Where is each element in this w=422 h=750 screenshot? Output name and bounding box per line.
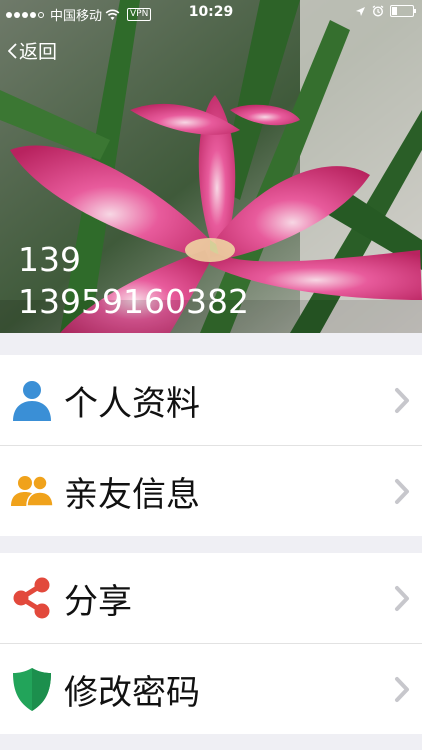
menu-item-label: 个人资料 (64, 383, 200, 424)
status-bar: 中国移动 VPN 10:29 (0, 0, 422, 26)
menu-group-profile: 个人资料 亲友信息 (0, 355, 422, 536)
user-name: 139 (18, 240, 81, 279)
back-button[interactable]: 返回 (8, 37, 57, 64)
user-phone-number: 13959160382 (18, 282, 249, 321)
back-button-label: 返回 (19, 41, 58, 63)
people-icon (9, 468, 55, 514)
chevron-right-icon (395, 586, 409, 611)
chevron-right-icon (395, 479, 409, 504)
menu-item-label: 亲友信息 (64, 474, 200, 515)
chevron-right-icon (395, 388, 409, 413)
chevron-left-icon (8, 42, 17, 59)
menu-item-personal-info[interactable]: 个人资料 (0, 355, 422, 445)
profile-header: 中国移动 VPN 10:29 返回 139 13959160382 (0, 0, 422, 333)
location-arrow-icon (356, 6, 365, 16)
menu-item-family-info[interactable]: 亲友信息 (0, 445, 422, 536)
battery-icon (390, 5, 416, 17)
alarm-clock-icon (372, 5, 384, 17)
menu-item-label: 分享 (64, 581, 132, 622)
menu-item-label: 修改密码 (64, 672, 200, 713)
chevron-right-icon (395, 677, 409, 702)
menu-item-share[interactable]: 分享 (0, 553, 422, 643)
menu-group-actions: 分享 修改密码 (0, 553, 422, 734)
person-icon (9, 377, 55, 423)
menu-item-change-password[interactable]: 修改密码 (0, 643, 422, 734)
share-icon (9, 575, 55, 621)
shield-icon (9, 666, 55, 712)
